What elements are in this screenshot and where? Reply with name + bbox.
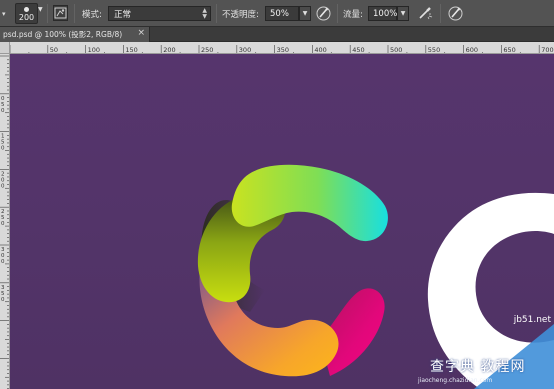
watermark-site: jb51.net xyxy=(513,315,551,325)
brush-preset-dropdown-icon[interactable]: ▼ xyxy=(38,6,43,13)
ruler-ticks: 050150200250300350 xyxy=(0,55,9,389)
ruler-label: 400 xyxy=(314,46,326,54)
ruler-label: 0 xyxy=(1,259,5,265)
divider xyxy=(337,4,338,23)
ruler-label: 0 xyxy=(1,146,5,152)
artwork xyxy=(197,164,554,389)
document-tab-title: psd.psd @ 100% (投影2, RGB/8) xyxy=(3,30,123,39)
brush-preset-arrow-icon[interactable]: ▾ xyxy=(2,0,6,27)
divider xyxy=(440,4,441,23)
brush-tip-icon xyxy=(24,7,29,12)
ruler-label: 0 xyxy=(1,297,5,303)
ruler-label: 650 xyxy=(503,46,515,54)
document-canvas[interactable] xyxy=(10,54,554,389)
flow-dropdown-button[interactable]: ▼ xyxy=(397,6,409,21)
ruler-label: 500 xyxy=(390,46,402,54)
ruler-label: 550 xyxy=(428,46,440,54)
flow-input[interactable]: 100% xyxy=(368,6,397,21)
ruler-label: 600 xyxy=(466,46,478,54)
brush-panel-icon xyxy=(54,7,67,19)
opacity-label: 不透明度: xyxy=(222,9,259,20)
watermark-url: jiaocheng.chazidian.com xyxy=(418,377,493,384)
airbrush-icon[interactable] xyxy=(417,5,434,22)
document-tab[interactable]: psd.psd @ 100% (投影2, RGB/8) × xyxy=(0,27,150,42)
mode-select-value: 正常 xyxy=(114,9,132,20)
ruler-label: 50 xyxy=(50,46,58,54)
mode-label: 模式: xyxy=(82,9,102,20)
ruler-origin[interactable] xyxy=(0,42,10,54)
flow-label: 流量: xyxy=(343,9,363,20)
ruler-label: 0 xyxy=(1,221,5,227)
ruler-label: 300 xyxy=(239,46,251,54)
opacity-input[interactable]: 50% xyxy=(265,6,299,21)
ruler-label: 0 xyxy=(1,183,5,189)
mode-select[interactable]: 正常 ▲ ▼ xyxy=(108,6,211,21)
document-tab-strip: psd.psd @ 100% (投影2, RGB/8) × xyxy=(0,27,554,42)
ruler-ticks: 50 100 150 200 250 300 350 400 450 500 550 600 650 70… xyxy=(9,45,554,54)
ruler-label: 450 xyxy=(352,46,364,54)
ruler-label: 0 xyxy=(1,108,5,114)
divider xyxy=(74,4,75,23)
brush-preset-picker[interactable]: 200 xyxy=(15,3,38,24)
select-arrows-icon: ▲ ▼ xyxy=(202,7,207,20)
pressure-opacity-icon[interactable] xyxy=(315,5,332,22)
ruler-label: 350 xyxy=(277,46,289,54)
close-icon[interactable]: × xyxy=(137,28,145,38)
ruler-label: 250 xyxy=(201,46,213,54)
ruler-label: 200 xyxy=(163,46,175,54)
ruler-label: 700 xyxy=(541,46,553,54)
watermark-text: 查字典 教程网 xyxy=(430,359,526,375)
brush-panel-button[interactable] xyxy=(53,5,68,21)
options-bar: ▾ 200 ▼ 模式: 正常 ▲ ▼ 不透明度: 50% ▼ 流量: 100% ▼ xyxy=(0,0,554,27)
divider xyxy=(47,4,48,23)
vertical-ruler[interactable]: 050150200250300350 xyxy=(0,54,10,389)
horizontal-ruler[interactable]: 50 100 150 200 250 300 350 400 450 500 550 600 650 70… xyxy=(0,42,554,54)
ruler-label: 150 xyxy=(125,46,137,54)
pressure-size-icon[interactable] xyxy=(447,5,464,22)
brush-size-value: 200 xyxy=(18,13,35,22)
opacity-dropdown-button[interactable]: ▼ xyxy=(299,6,311,21)
ruler-label: 100 xyxy=(88,46,100,54)
divider xyxy=(216,4,217,23)
